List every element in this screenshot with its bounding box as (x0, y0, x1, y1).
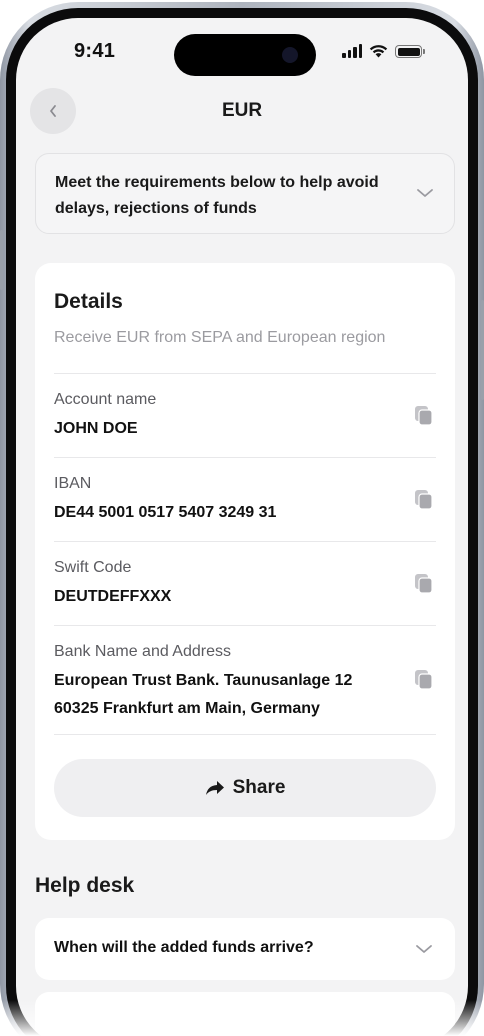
field-label-account-name: Account name (54, 391, 157, 408)
details-card: Details Receive EUR from SEPA and Europe… (35, 263, 455, 840)
requirements-banner[interactable]: Meet the requirements below to help avoi… (35, 153, 455, 234)
status-time: 9:41 (74, 40, 116, 62)
requirements-text: Meet the requirements below to help avoi… (55, 174, 379, 217)
divider (54, 541, 436, 542)
divider (54, 457, 436, 458)
divider (54, 625, 436, 626)
details-title: Details (54, 290, 123, 313)
faq-item[interactable]: When will the added funds arrive? (35, 918, 455, 980)
status-icons (342, 44, 425, 58)
field-value-swift-code: DEUTDEFFXXX (54, 588, 172, 605)
copy-icon[interactable] (414, 669, 434, 691)
field-label-iban: IBAN (54, 475, 92, 492)
copy-icon[interactable] (414, 489, 434, 511)
field-label-swift-code: Swift Code (54, 559, 132, 576)
field-value-account-name: JOHN DOE (54, 420, 138, 437)
chevron-down-icon (416, 945, 432, 953)
app-screen: 9:41 EUR Meet the requirements below to … (16, 18, 468, 1036)
details-subtitle: Receive EUR from SEPA and European regio… (54, 329, 386, 346)
help-desk-title: Help desk (35, 874, 135, 897)
copy-icon[interactable] (414, 405, 434, 427)
field-value-bank-address: European Trust Bank. Taunusanlage 12 603… (54, 672, 353, 717)
share-label: Share (232, 777, 286, 798)
wifi-icon (369, 45, 388, 58)
copy-icon[interactable] (414, 573, 434, 595)
field-value-iban: DE44 5001 0517 5407 3249 31 (54, 504, 277, 521)
dynamic-island (174, 34, 316, 76)
chevron-down-icon (417, 189, 433, 197)
bottom-fade (0, 1000, 484, 1036)
share-button[interactable]: Share (54, 759, 436, 817)
share-arrow-icon (205, 781, 224, 795)
faq-question: When will the added funds arrive? (54, 939, 314, 956)
cellular-signal-icon (342, 44, 362, 58)
device-side-button (0, 230, 3, 290)
divider (54, 734, 436, 735)
field-label-bank-address: Bank Name and Address (54, 643, 231, 660)
front-camera (282, 47, 298, 63)
page-title: EUR (221, 100, 263, 121)
divider (54, 373, 436, 374)
battery-icon (395, 45, 425, 58)
